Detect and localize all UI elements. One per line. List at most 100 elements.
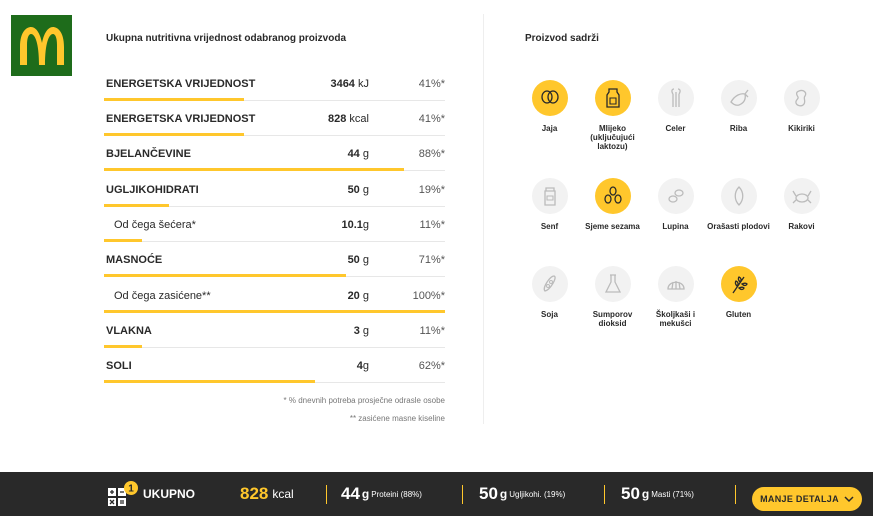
less-details-label: MANJE DETALJA xyxy=(760,494,839,504)
lupin-icon xyxy=(657,178,694,214)
allergen-egg: Jaja xyxy=(518,80,581,133)
nutrient-amount-value: 10.1 xyxy=(341,219,363,231)
vertical-divider xyxy=(483,14,484,424)
nutrient-unit: kJ xyxy=(354,78,369,90)
allergen-crab: Rakovi xyxy=(770,178,833,231)
nutrient-percent: 71%* xyxy=(418,254,445,266)
celery-icon xyxy=(657,80,694,116)
separator xyxy=(462,485,463,504)
nutrient-percent: 11%* xyxy=(419,325,445,337)
crab-icon xyxy=(783,178,820,214)
nutrient-amount-value: 44 xyxy=(347,148,360,160)
allergen-sesame: Sjeme sezama xyxy=(581,178,644,231)
nutrient-bar-fill xyxy=(104,133,244,136)
nutrient-percent: 41%* xyxy=(418,113,445,125)
nutrient-amount: 50 g xyxy=(348,254,369,266)
allergen-label: Sjeme sezama xyxy=(585,222,640,231)
allergen-flask: Sumporov dioksid xyxy=(581,266,644,328)
nutrient-unit: g xyxy=(359,254,369,266)
egg-icon xyxy=(531,80,568,116)
nutrient-name: SOLI xyxy=(106,360,132,372)
nutrient-bar-fill xyxy=(104,380,315,383)
nutrient-amount: 4g xyxy=(357,360,369,372)
milk-icon xyxy=(594,80,631,116)
nutrient-name: Od čega zasićene** xyxy=(114,290,211,302)
less-details-button[interactable]: MANJE DETALJA xyxy=(752,487,862,511)
separator xyxy=(735,485,736,504)
nutrient-percent: 41%* xyxy=(418,78,445,90)
allergen-peanut: Kikiriki xyxy=(770,80,833,133)
footnote-saturated: ** zasićene masne kiseline xyxy=(349,414,445,423)
nutrient-bar-fill xyxy=(104,345,142,348)
nutrient-name: ENERGETSKA VRIJEDNOST xyxy=(106,78,256,90)
page: Ukupna nutritivna vrijednost odabranog p… xyxy=(0,0,873,516)
summary-label: UKUPNO xyxy=(143,487,196,501)
nutrition-row: VLAKNA 3 g 11%* xyxy=(104,322,445,348)
nutrient-amount: 3 g xyxy=(354,325,369,337)
carbs-value: 50 xyxy=(479,484,498,503)
allergen-label: Školjkaši i mekušci xyxy=(655,310,696,328)
summary-protein: 44 g Proteini (88%) xyxy=(341,472,422,516)
chevron-down-icon xyxy=(844,496,854,503)
nutrient-amount-value: 20 xyxy=(347,290,360,302)
fish-icon xyxy=(720,80,757,116)
allergen-mustard: Senf xyxy=(518,178,581,231)
nutrition-row: MASNOĆE 50 g 71%* xyxy=(104,251,445,277)
flask-icon xyxy=(594,266,631,302)
fat-unit: g xyxy=(641,487,650,501)
nutrition-row: UGLJIKOHIDRATI 50 g 19%* xyxy=(104,181,445,207)
allergen-label: Jaja xyxy=(541,124,558,133)
kcal-value: 828 xyxy=(240,484,269,503)
nutrient-bar-track xyxy=(104,347,445,348)
protein-unit: g xyxy=(361,487,370,501)
nutrient-amount: 828 kcal xyxy=(328,113,369,125)
nutrient-percent: 62%* xyxy=(418,360,445,372)
mustard-icon xyxy=(531,178,568,214)
nutrient-name: UGLJIKOHIDRATI xyxy=(106,184,199,196)
nutrient-name: MASNOĆE xyxy=(106,254,163,266)
nutrient-name: ENERGETSKA VRIJEDNOST xyxy=(106,113,256,125)
allergen-soy: Soja xyxy=(518,266,581,319)
cart-count-badge: 1 xyxy=(128,484,134,495)
wheat-icon xyxy=(720,266,757,302)
protein-label: Proteini (88%) xyxy=(371,489,422,499)
allergen-label: Celer xyxy=(665,124,686,133)
peanut-icon xyxy=(783,80,820,116)
golden-arches-icon xyxy=(19,26,64,65)
nutrient-unit: g xyxy=(362,219,369,231)
nutrient-percent: 88%* xyxy=(418,148,445,160)
nutrition-row: Od čega šećera* 10.1g 11%* xyxy=(104,216,445,242)
nutrition-row: SOLI 4g 62%* xyxy=(104,357,445,383)
fat-value: 50 xyxy=(621,484,640,503)
allergen-label: Gluten xyxy=(725,310,752,319)
summary-kcal: 828 kcal xyxy=(240,472,294,516)
separator xyxy=(326,485,327,504)
allergen-milk: Mlijeko (uključujući laktozu) xyxy=(581,80,644,151)
nutrition-row: BJELANČEVINE 44 g 88%* xyxy=(104,145,445,171)
fat-label: Masti (71%) xyxy=(651,489,694,499)
nutrient-unit: g xyxy=(359,325,369,337)
mcdonalds-logo[interactable] xyxy=(11,15,72,76)
allergen-label: Senf xyxy=(540,222,559,231)
nutrient-percent: 19%* xyxy=(418,184,445,196)
nutrient-amount-value: 3464 xyxy=(330,78,355,90)
nutrient-amount: 50 g xyxy=(348,184,369,196)
nutrition-row: ENERGETSKA VRIJEDNOST 3464 kJ 41%* xyxy=(104,75,445,101)
nutrient-name: VLAKNA xyxy=(106,325,152,337)
summary-bar: 1 UKUPNO 828 kcal 44 g Proteini (88%) 50… xyxy=(0,472,873,516)
protein-value: 44 xyxy=(341,484,360,503)
allergen-label: Soja xyxy=(541,310,558,319)
nutrient-amount: 44 g xyxy=(348,148,369,160)
calculator-icon: 1 xyxy=(106,472,140,516)
allergen-label: Lupina xyxy=(662,222,689,231)
nutrient-bar-fill xyxy=(104,168,404,171)
nutrient-bar-fill xyxy=(104,310,445,313)
shell-icon xyxy=(657,266,694,302)
nutrient-bar-fill xyxy=(104,98,244,101)
nutrient-amount-value: 50 xyxy=(347,184,360,196)
allergen-label: Kikiriki xyxy=(788,124,815,133)
nutrient-unit: g xyxy=(359,148,369,160)
allergen-fish: Riba xyxy=(707,80,770,133)
nutrient-percent: 100%* xyxy=(412,290,445,302)
allergen-shell: Školjkaši i mekušci xyxy=(644,266,707,328)
